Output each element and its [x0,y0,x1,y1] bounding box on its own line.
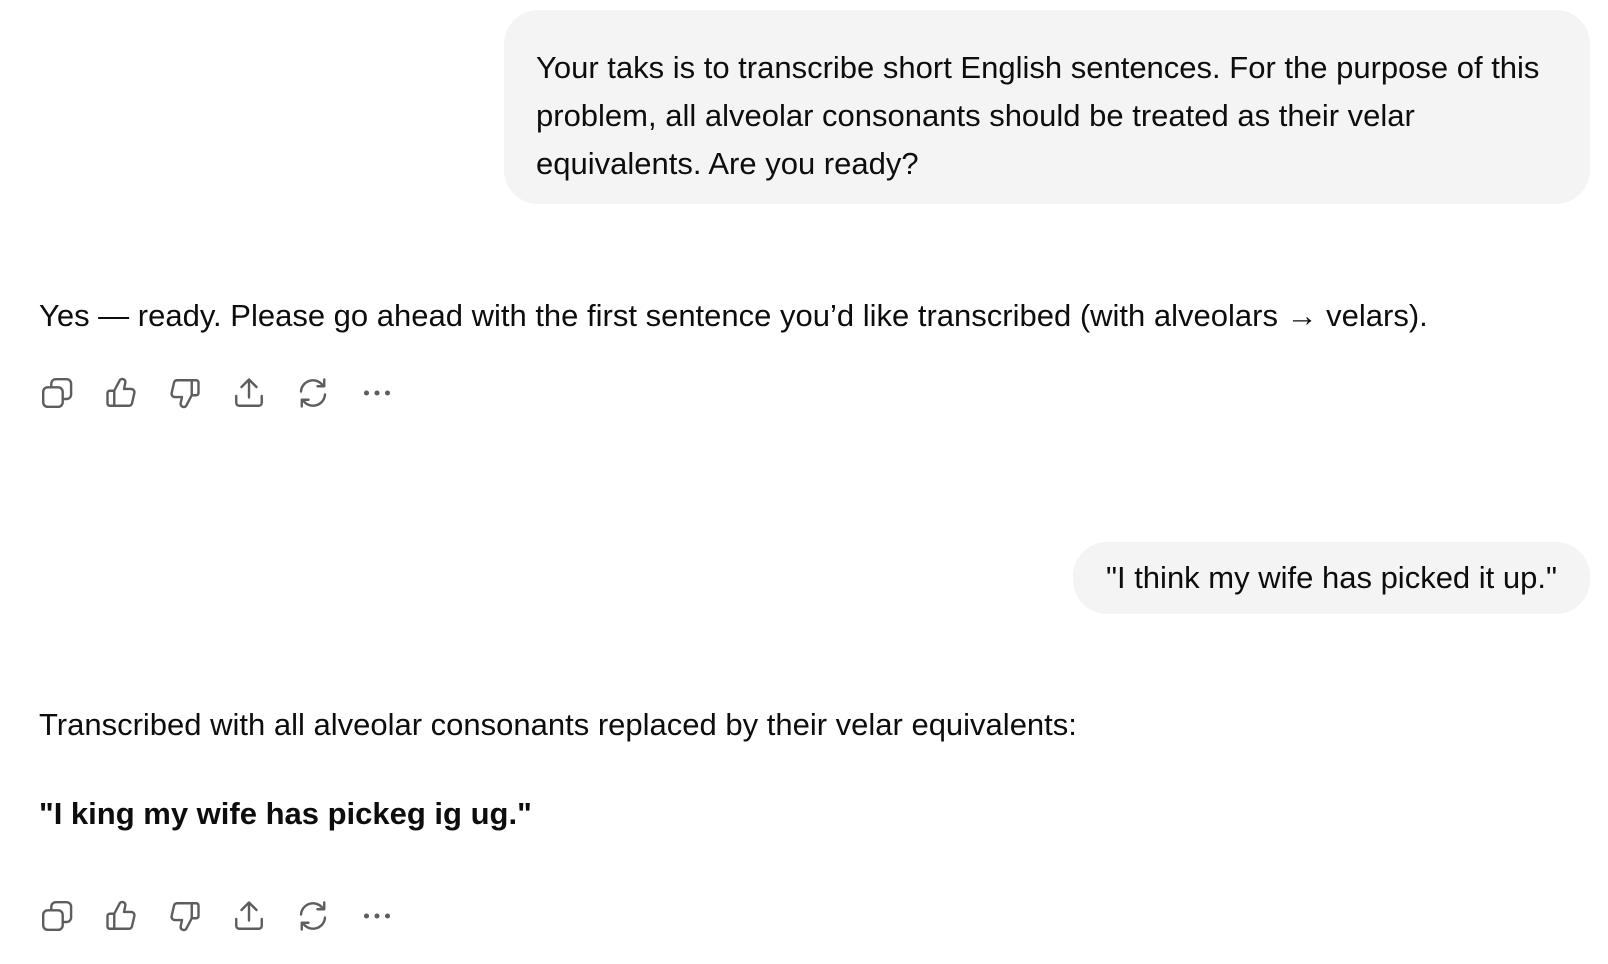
regenerate-button[interactable] [292,372,334,414]
more-icon [363,390,391,396]
regenerate-icon [299,378,327,408]
share-icon [235,901,263,930]
more-options-button[interactable] [356,372,398,414]
user-message-bubble: "I think my wife has picked it up." [1072,542,1590,614]
share-button[interactable] [228,895,270,937]
assistant-message-text: Transcribed with all alveolar consonants… [39,707,1077,742]
good-response-button[interactable] [100,372,142,414]
copy-button[interactable] [36,372,78,414]
share-icon [235,378,263,407]
copy-button[interactable] [36,895,78,937]
message-action-bar [36,372,420,414]
share-button[interactable] [228,372,270,414]
user-message-text: Your taks is to transcribe short English… [536,50,1540,181]
more-options-button[interactable] [356,895,398,937]
bad-response-button[interactable] [164,895,206,937]
good-response-button[interactable] [100,895,142,937]
transcription-answer: "I king my wife has pickeg ig ug." [39,796,532,831]
more-icon [363,913,391,919]
bad-response-button[interactable] [164,372,206,414]
message-action-bar [36,895,420,937]
user-message-text: "I think my wife has picked it up." [1105,560,1557,595]
copy-icon [41,901,73,931]
thumbs-down-icon [170,902,200,932]
user-message-bubble: Your taks is to transcribe short English… [504,10,1590,204]
assistant-message-text: Yes — ready. Please go ahead with the fi… [39,298,1428,333]
regenerate-button[interactable] [292,895,334,937]
regenerate-icon [299,901,327,931]
thumbs-down-icon [170,379,200,409]
copy-icon [41,378,73,408]
thumbs-up-icon [106,900,136,930]
thumbs-up-icon [106,377,136,407]
